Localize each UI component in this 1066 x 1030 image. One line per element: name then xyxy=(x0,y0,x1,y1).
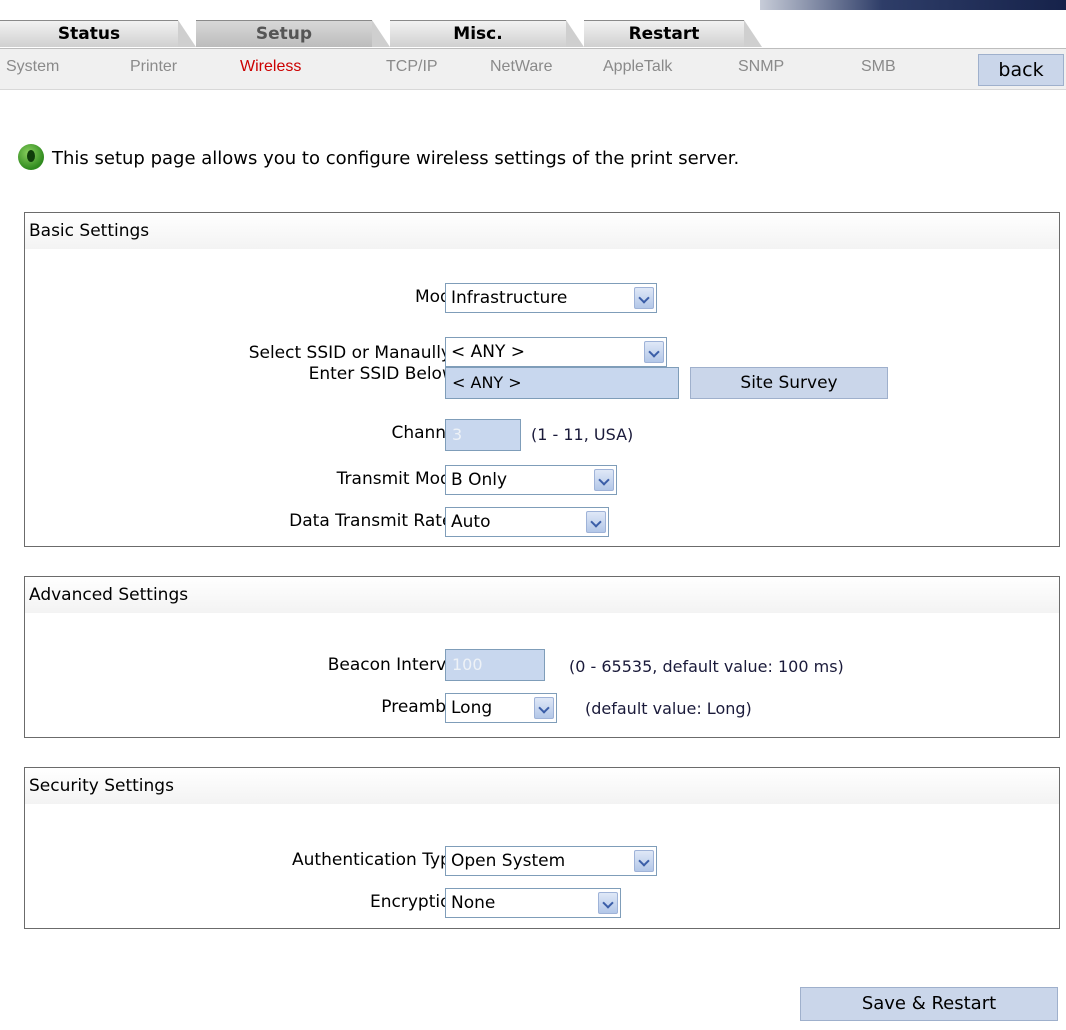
data-rates-select[interactable]: Auto xyxy=(445,507,609,537)
preamble-select[interactable]: Long xyxy=(445,693,557,723)
chevron-down-icon xyxy=(594,469,614,491)
preamble-value: Long xyxy=(451,698,493,718)
chevron-down-icon xyxy=(586,511,606,533)
subnav-wireless[interactable]: Wireless xyxy=(240,58,301,76)
basic-settings-panel: Basic Settings Mode: Infrastructure Sele… xyxy=(24,212,1060,547)
save-restart-button[interactable]: Save & Restart xyxy=(800,987,1058,1021)
data-rates-value: Auto xyxy=(451,512,491,532)
security-settings-panel: Security Settings Authentication Type: O… xyxy=(24,767,1060,929)
tab-restart[interactable]: Restart xyxy=(584,20,762,47)
beacon-interval-input[interactable]: 100 xyxy=(445,649,545,681)
transmit-mode-select[interactable]: B Only xyxy=(445,465,617,495)
subnav-smb[interactable]: SMB xyxy=(861,58,896,76)
page-intro: This setup page allows you to configure … xyxy=(18,144,739,170)
encryption-select[interactable]: None xyxy=(445,888,621,918)
auth-type-label: Authentication Type: xyxy=(292,850,467,870)
tab-setup[interactable]: Setup xyxy=(196,20,390,47)
tab-status[interactable]: Status xyxy=(0,20,196,47)
ssid-label-line1: Select SSID or Manaully xyxy=(248,343,451,363)
subnav-printer[interactable]: Printer xyxy=(130,58,177,76)
site-survey-button[interactable]: Site Survey xyxy=(690,367,888,399)
chevron-down-icon xyxy=(598,892,618,914)
setup-subnav: System Printer Wireless TCP/IP NetWare A… xyxy=(0,48,1066,90)
subnav-appletalk[interactable]: AppleTalk xyxy=(603,58,672,76)
header-decoration xyxy=(760,0,1066,10)
advanced-settings-title: Advanced Settings xyxy=(25,577,1059,613)
top-tab-bar: Status Setup Misc. Restart xyxy=(0,0,1066,48)
ssid-select-value: < ANY > xyxy=(451,342,526,362)
ssid-select[interactable]: < ANY > xyxy=(445,337,667,367)
ssid-input[interactable]: < ANY > xyxy=(445,367,679,399)
mode-select-value: Infrastructure xyxy=(451,288,568,308)
channel-input[interactable]: 3 xyxy=(445,419,521,451)
tab-misc-label: Misc. xyxy=(453,24,503,44)
subnav-snmp[interactable]: SNMP xyxy=(738,58,784,76)
basic-settings-title: Basic Settings xyxy=(25,213,1059,249)
channel-hint: (1 - 11, USA) xyxy=(531,425,634,444)
tab-restart-label: Restart xyxy=(628,24,700,44)
subnav-system[interactable]: System xyxy=(6,58,59,76)
subnav-tcpip[interactable]: TCP/IP xyxy=(386,58,438,76)
green-info-icon xyxy=(18,144,44,170)
chevron-down-icon xyxy=(534,697,554,719)
auth-type-select[interactable]: Open System xyxy=(445,846,657,876)
auth-type-value: Open System xyxy=(451,851,566,871)
advanced-settings-panel: Advanced Settings Beacon Interval: 100 (… xyxy=(24,576,1060,738)
data-rates-label: Data Transmit Rates: xyxy=(289,511,467,531)
chevron-down-icon xyxy=(634,850,654,872)
ssid-label-line2: Enter SSID Below : xyxy=(308,364,467,384)
chevron-down-icon xyxy=(644,341,664,363)
tab-status-label: Status xyxy=(57,24,121,44)
intro-text: This setup page allows you to configure … xyxy=(52,148,740,169)
tab-misc[interactable]: Misc. xyxy=(390,20,584,47)
tab-setup-label: Setup xyxy=(255,24,313,44)
preamble-hint: (default value: Long) xyxy=(585,699,752,718)
chevron-down-icon xyxy=(634,287,654,309)
transmit-mode-value: B Only xyxy=(451,470,508,490)
security-settings-title: Security Settings xyxy=(25,768,1059,804)
back-button[interactable]: back xyxy=(978,54,1064,86)
subnav-netware[interactable]: NetWare xyxy=(490,58,553,76)
encryption-value: None xyxy=(451,893,496,913)
mode-select[interactable]: Infrastructure xyxy=(445,283,657,313)
beacon-interval-hint: (0 - 65535, default value: 100 ms) xyxy=(569,657,844,676)
